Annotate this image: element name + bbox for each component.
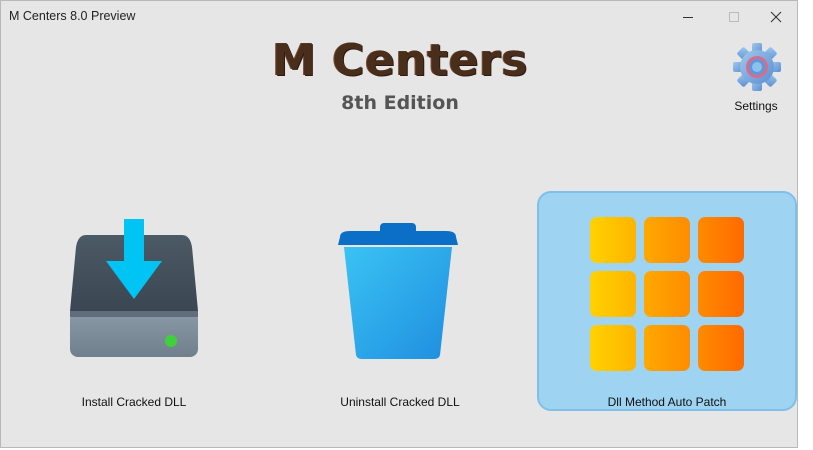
auto-patch-label: Dll Method Auto Patch: [607, 395, 727, 409]
title-bar[interactable]: M Centers 8.0 Preview: [1, 1, 797, 33]
gear-icon: [733, 43, 781, 91]
settings-button[interactable]: Settings: [728, 41, 784, 121]
dll-method-auto-patch-button[interactable]: Dll Method Auto Patch: [537, 191, 797, 411]
install-cracked-dll-button[interactable]: Install Cracked DLL: [4, 191, 264, 411]
minimize-button[interactable]: [665, 1, 711, 33]
maximize-button[interactable]: [711, 1, 757, 33]
uninstall-cracked-dll-button[interactable]: Uninstall Cracked DLL: [270, 191, 530, 411]
close-button[interactable]: [753, 1, 799, 33]
edition-subtitle: 8th Edition: [341, 92, 459, 114]
drive-download-icon: [70, 219, 198, 357]
uninstall-label: Uninstall Cracked DLL: [340, 395, 460, 409]
settings-label: Settings: [734, 99, 778, 113]
maximize-icon: [729, 12, 739, 22]
app-title: M Centers: [272, 35, 528, 86]
window-title: M Centers 8.0 Preview: [9, 9, 136, 23]
trash-bin-icon: [338, 223, 458, 359]
install-label: Install Cracked DLL: [81, 395, 187, 409]
minimize-icon: [683, 17, 693, 18]
app-window: M Centers 8.0 Preview M Centers 8th Edit…: [0, 0, 798, 448]
close-icon: [770, 11, 782, 23]
grid-apps-icon: [590, 217, 744, 371]
